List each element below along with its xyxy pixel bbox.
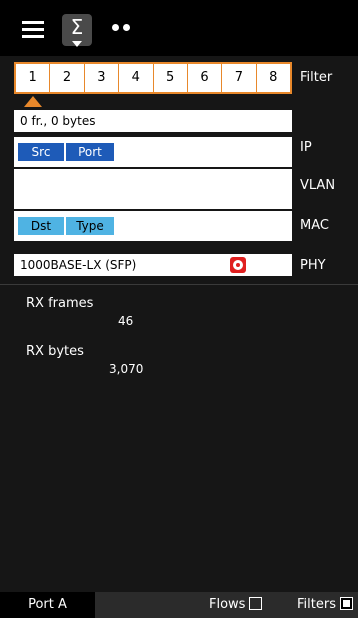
vlan-filter-box[interactable] [14,169,292,209]
bottom-bar: Port A Flows Filters [0,592,358,618]
filter-cell-1[interactable]: 1 [16,64,51,92]
flows-checkbox[interactable] [249,597,263,610]
selected-filter-marker-icon [24,96,42,107]
filter-cell-2[interactable]: 2 [50,64,85,92]
rx-frames-value: 46 [118,314,134,328]
filter-selector: 1 2 3 4 5 6 7 8 [14,62,292,94]
filters-checkbox[interactable] [339,597,353,610]
mac-type-tag[interactable]: Type [66,217,114,235]
top-toolbar: Σ [0,0,358,56]
filter-cell-7[interactable]: 7 [222,64,257,92]
mac-filter-box[interactable]: Dst Type [14,211,292,241]
phy-label: PHY [300,258,326,273]
rx-bytes-label: RX bytes [26,344,84,359]
filter-cell-8[interactable]: 8 [257,64,290,92]
statistics-button[interactable]: Σ [62,14,92,47]
filters-label: Filters [297,597,336,612]
ip-port-tag[interactable]: Port [66,143,114,161]
phy-value: 1000BASE-LX (SFP) [20,258,137,272]
flows-toggle[interactable]: Flows [209,592,263,618]
filter-label: Filter [300,70,333,85]
port-a-tab[interactable]: Port A [0,592,95,618]
phy-field[interactable]: 1000BASE-LX (SFP) [14,254,292,276]
filters-toggle[interactable]: Filters [297,592,353,618]
filter-cell-4[interactable]: 4 [119,64,154,92]
mac-dst-tag[interactable]: Dst [18,217,64,235]
port-panel: 1 2 3 4 5 6 7 8 Filter 0 fr., 0 bytes Sr… [0,56,358,592]
filter-cell-3[interactable]: 3 [85,64,120,92]
hamburger-icon[interactable] [22,21,44,39]
vlan-label: VLAN [300,178,336,193]
ip-src-tag[interactable]: Src [18,143,64,161]
frame-summary: 0 fr., 0 bytes [14,110,292,132]
rx-bytes-value: 3,070 [109,362,144,376]
caret-down-icon [72,41,82,47]
filter-cell-6[interactable]: 6 [188,64,223,92]
rx-frames-label: RX frames [26,296,94,311]
sfp-lifebuoy-icon[interactable] [230,257,246,273]
ip-filter-box[interactable]: Src Port [14,137,292,167]
filter-cell-5[interactable]: 5 [154,64,188,92]
divider [0,284,358,285]
ip-label: IP [300,140,312,155]
sigma-icon: Σ [70,15,84,39]
mac-label: MAC [300,218,329,233]
two-dots-icon[interactable] [112,24,134,34]
flows-label: Flows [209,597,246,612]
